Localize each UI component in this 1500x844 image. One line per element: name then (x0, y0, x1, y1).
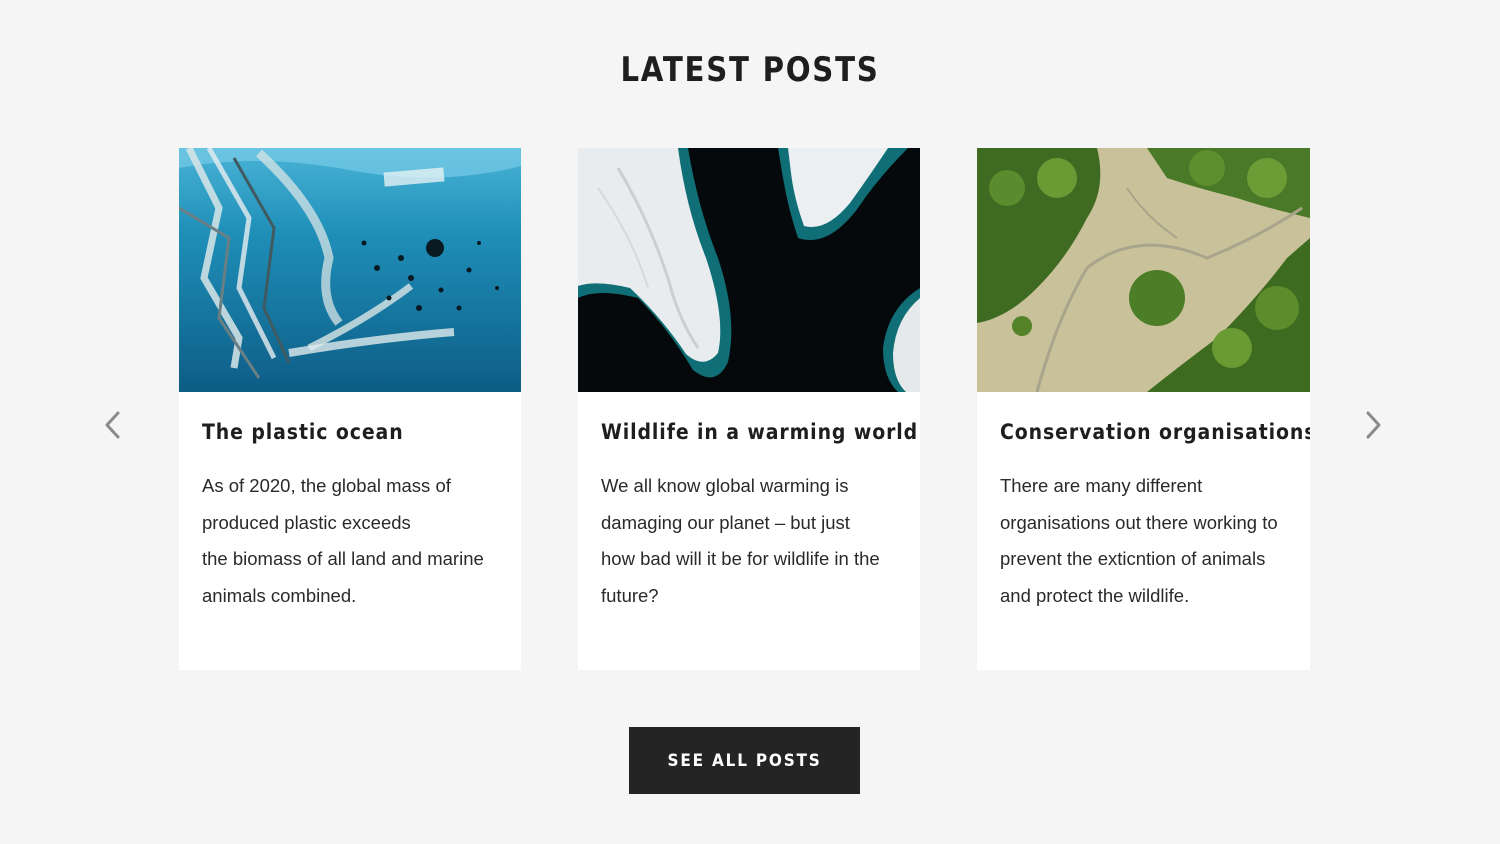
post-title[interactable]: Wildlife in a warming world (601, 416, 917, 448)
post-excerpt-line: prevent the exticntion of animals (1000, 548, 1266, 569)
post-excerpt-line: future? (601, 584, 659, 606)
post-excerpt-line: We all know global warming is (601, 475, 849, 496)
post-excerpt-line: and protect the wildlife. (1000, 584, 1190, 606)
ice-aerial-image[interactable] (578, 148, 920, 392)
post-card[interactable]: The plastic ocean As of 2020, the global… (179, 148, 521, 670)
post-excerpt: There are many different organisations o… (1000, 468, 1287, 614)
forest-aerial-image[interactable] (977, 148, 1310, 392)
carousel-prev-button[interactable] (96, 405, 132, 445)
post-card[interactable]: Conservation organisations There are man… (977, 148, 1310, 670)
carousel-next-button[interactable] (1355, 405, 1391, 445)
post-title[interactable]: Conservation organisations (1000, 416, 1310, 448)
post-excerpt-line: produced plastic exceeds (202, 511, 411, 533)
post-excerpt-line: As of 2020, the global mass of (202, 475, 451, 496)
post-excerpt-line: organisations out there working to (1000, 511, 1278, 533)
post-excerpt: We all know global warming is damaging o… (601, 468, 897, 614)
post-excerpt-line: the biomass of all land and marine (202, 548, 484, 569)
post-excerpt-line: damaging our planet – but just (601, 511, 850, 533)
post-excerpt-line: There are many different (1000, 475, 1203, 496)
post-card[interactable]: Wildlife in a warming world We all know … (578, 148, 920, 670)
chevron-left-icon (105, 411, 120, 439)
see-all-posts-label: SEE ALL POSTS (667, 750, 822, 771)
post-excerpt-line: animals combined. (202, 584, 357, 606)
see-all-posts-button[interactable]: SEE ALL POSTS (629, 727, 860, 794)
post-excerpt: As of 2020, the global mass of produced … (202, 468, 498, 614)
post-title[interactable]: The plastic ocean (202, 416, 468, 448)
post-excerpt-line: how bad will it be for wildlife in the (601, 548, 880, 569)
chevron-right-icon (1366, 411, 1381, 439)
plastic-ocean-image[interactable] (179, 148, 521, 392)
section-title: LATEST POSTS (620, 50, 880, 90)
